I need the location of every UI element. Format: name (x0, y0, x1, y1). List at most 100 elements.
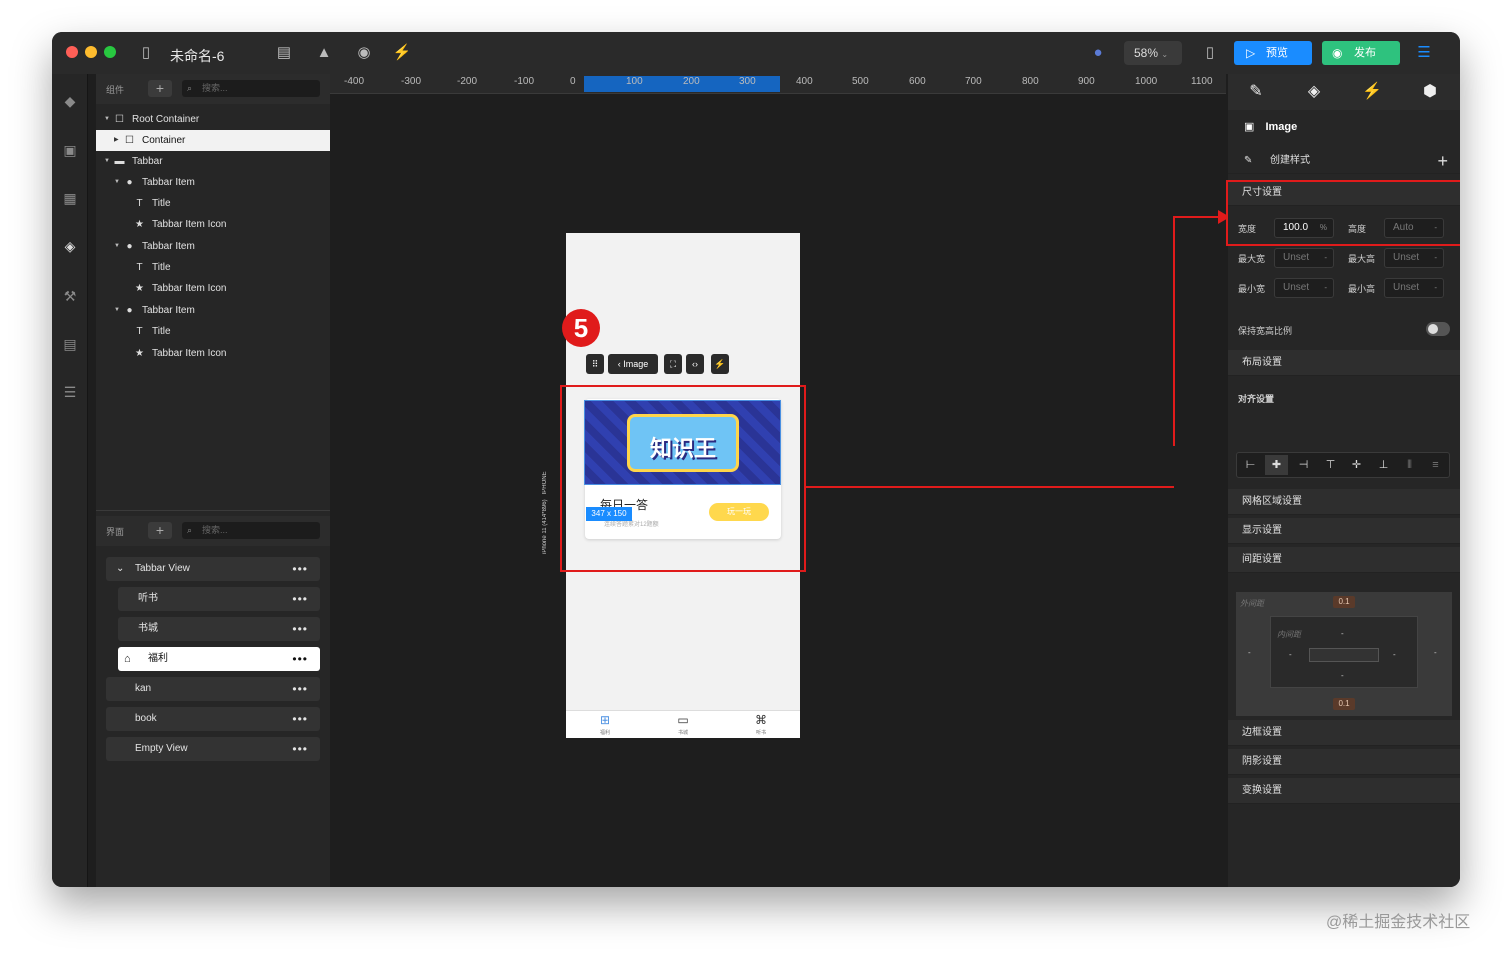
page-item[interactable]: book ••• (106, 707, 320, 731)
align-bottom-icon[interactable]: ⊥ (1372, 455, 1395, 475)
tree-item-title[interactable]: T Title (96, 257, 330, 278)
margin-bottom-field[interactable]: 0.1 (1333, 698, 1355, 710)
tree-item-title[interactable]: T Title (96, 193, 330, 214)
page-search-input[interactable]: ⌕ 搜索... (182, 522, 320, 539)
tree-item-tabbar-item-icon[interactable]: ★ Tabbar Item Icon (96, 214, 330, 235)
page-item-selected[interactable]: ⌂ 福利 ••• (118, 647, 320, 671)
tree-item-tabbar-item-icon[interactable]: ★ Tabbar Item Icon (96, 278, 330, 299)
hammer-icon[interactable]: ⚒ (60, 286, 80, 306)
preview-button[interactable]: ▷ 预览 (1234, 41, 1312, 65)
margin-top-field[interactable]: 0.1 (1333, 596, 1355, 608)
margin-left-field[interactable]: - (1248, 648, 1251, 657)
more-icon[interactable]: ••• (292, 647, 308, 671)
more-icon[interactable]: ••• (292, 617, 308, 641)
cube-icon[interactable]: ◆ (60, 91, 80, 111)
page-item[interactable]: 书城 ••• (118, 617, 320, 641)
page-item-tabbar-view[interactable]: ⌄ Tabbar View ••• (106, 557, 320, 581)
component-tab-icon[interactable]: ◈ (1302, 82, 1326, 102)
keep-ratio-toggle[interactable] (1426, 322, 1450, 336)
more-icon[interactable]: ••• (292, 707, 308, 731)
avatar[interactable]: ● (1088, 44, 1108, 62)
add-style-icon[interactable]: + (1437, 148, 1448, 174)
shapes-icon[interactable]: ▲ (314, 44, 334, 62)
transform-section-header[interactable]: 变换设置 (1228, 778, 1460, 804)
layout-section-header[interactable]: 布局设置 (1228, 350, 1460, 376)
align-left-icon[interactable]: ⊢ (1239, 455, 1262, 475)
sidebar-toggle-icon[interactable]: ▯ (136, 44, 156, 62)
expand-arrow-icon[interactable]: ▼ (114, 236, 120, 257)
tree-item-container[interactable]: ▶ ☐ Container (96, 130, 330, 151)
more-icon[interactable]: ••• (292, 587, 308, 611)
tree-item-title[interactable]: T Title (96, 321, 330, 342)
expand-arrow-icon[interactable]: ▼ (104, 151, 110, 172)
zoom-select[interactable]: 58% ⌄ (1124, 41, 1182, 65)
tab-bookstore[interactable]: ▭ 书城 (663, 714, 703, 740)
layout-icon[interactable]: ▦ (60, 188, 80, 208)
max-height-field[interactable]: Unset - (1384, 248, 1444, 268)
align-center-v-icon[interactable]: ✛ (1345, 455, 1368, 475)
create-style-row[interactable]: ✎ 创建样式 + (1228, 148, 1460, 174)
padding-left-field[interactable]: - (1289, 650, 1292, 659)
minimize-window-button[interactable] (85, 46, 97, 58)
collapse-arrow-icon[interactable]: ▶ (114, 130, 119, 151)
close-window-button[interactable] (66, 46, 78, 58)
tree-item-tabbar-item[interactable]: ▼ ● Tabbar Item (96, 236, 330, 257)
components-icon[interactable]: ◉ (354, 44, 374, 62)
data-tab-cube-icon[interactable]: ⬢ (1418, 82, 1442, 102)
style-tab-brush-icon[interactable]: ✎ (1244, 82, 1268, 102)
panel-divider[interactable] (96, 510, 330, 511)
padding-top-field[interactable]: - (1341, 629, 1344, 638)
expand-icon[interactable]: ⛶ (664, 354, 682, 374)
tree-item-tabbar-item[interactable]: ▼ ● Tabbar Item (96, 172, 330, 193)
more-icon[interactable]: ••• (292, 677, 308, 701)
padding-bottom-field[interactable]: - (1341, 671, 1344, 680)
align-top-icon[interactable]: ⊤ (1319, 455, 1342, 475)
tab-audiobook[interactable]: ⌘ 听书 (741, 714, 781, 740)
padding-right-field[interactable]: - (1393, 650, 1396, 659)
tree-item-tabbar-item[interactable]: ▼ ● Tabbar Item (96, 300, 330, 321)
tree-item-tabbar-item-icon[interactable]: ★ Tabbar Item Icon (96, 343, 330, 364)
publish-button[interactable]: ◉ 发布 (1322, 41, 1400, 65)
page-item[interactable]: 听书 ••• (118, 587, 320, 611)
tree-item-root-container[interactable]: ▼ ☐ Root Container (96, 109, 330, 130)
chevron-down-icon[interactable]: ⌄ (116, 557, 124, 581)
action-tab-lightning-icon[interactable]: ⚡ (1360, 82, 1384, 102)
shadow-section-header[interactable]: 阴影设置 (1228, 749, 1460, 775)
tab-welfare[interactable]: ⊞ 福利 (585, 714, 625, 740)
lightning-icon[interactable]: ⚡ (711, 354, 729, 374)
parent-select-button[interactable]: ‹ Image (608, 354, 658, 374)
layers-icon[interactable]: ◈ (60, 236, 80, 256)
more-icon[interactable]: ••• (292, 557, 308, 581)
tree-item-tabbar[interactable]: ▼ ▬ Tabbar (96, 151, 330, 172)
min-width-field[interactable]: Unset - (1274, 278, 1334, 298)
more-icon[interactable]: ••• (292, 737, 308, 761)
component-search-input[interactable]: ⌕ 搜索... (182, 80, 320, 97)
settings-sliders-icon[interactable]: ☰ (1414, 44, 1434, 62)
document-icon[interactable]: ▤ (274, 44, 294, 62)
drag-handle-icon[interactable]: ⠿ (586, 354, 604, 374)
display-section-header[interactable]: 显示设置 (1228, 518, 1460, 544)
distribute-v-icon[interactable]: ≡ (1424, 455, 1447, 475)
min-height-field[interactable]: Unset - (1384, 278, 1444, 298)
blocks-icon[interactable]: ▣ (60, 140, 80, 160)
align-center-h-icon[interactable]: ✚ (1265, 455, 1288, 475)
actions-icon[interactable]: ⚡ (392, 44, 412, 62)
align-right-icon[interactable]: ⊣ (1292, 455, 1315, 475)
page-item[interactable]: kan ••• (106, 677, 320, 701)
device-icon[interactable]: ▯ (1200, 44, 1220, 62)
add-component-button[interactable]: + (148, 80, 172, 97)
template-icon[interactable]: ▤ (60, 334, 80, 354)
grid-section-header[interactable]: 网格区域设置 (1228, 489, 1460, 515)
margin-right-field[interactable]: - (1434, 648, 1437, 657)
distribute-h-icon[interactable]: ⦀ (1398, 455, 1421, 475)
code-icon[interactable]: ‹› (686, 354, 704, 374)
expand-arrow-icon[interactable]: ▼ (114, 300, 120, 321)
expand-arrow-icon[interactable]: ▼ (104, 109, 110, 130)
expand-arrow-icon[interactable]: ▼ (114, 172, 120, 193)
page-item[interactable]: Empty View ••• (106, 737, 320, 761)
list-icon[interactable]: ☰ (60, 382, 80, 402)
border-section-header[interactable]: 边框设置 (1228, 720, 1460, 746)
maximize-window-button[interactable] (104, 46, 116, 58)
spacing-section-header[interactable]: 间距设置 (1228, 547, 1460, 573)
design-canvas[interactable]: -400 -300 -200 -100 0 100 200 300 400 50… (330, 74, 1226, 887)
